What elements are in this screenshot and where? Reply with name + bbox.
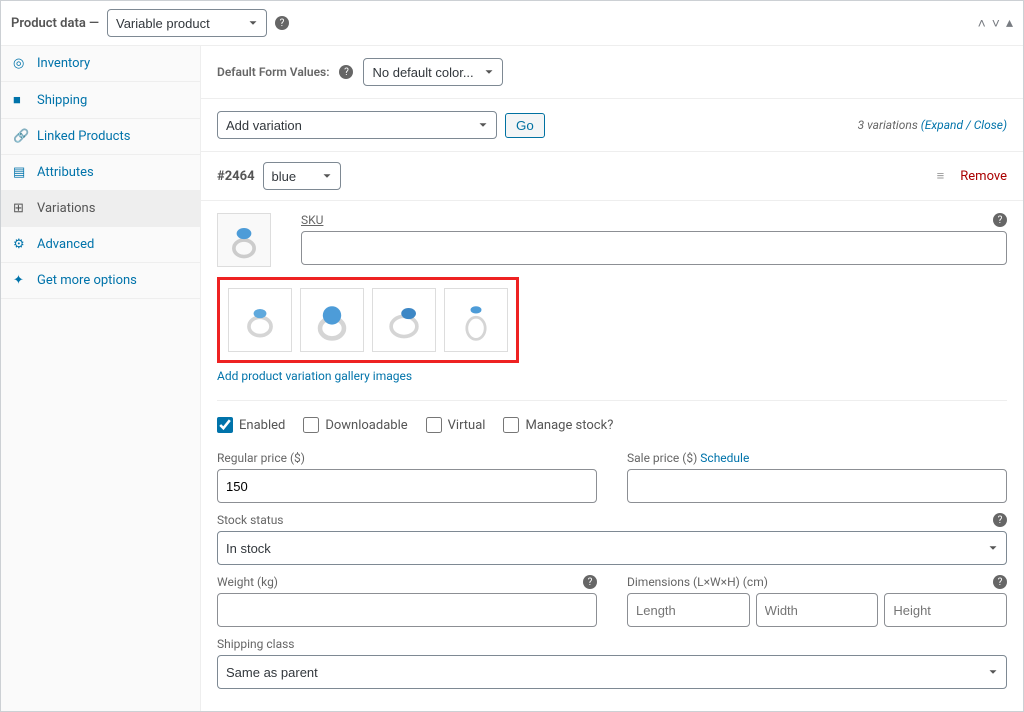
shipping-class-label: Shipping class [217,637,1007,651]
gallery-image-4[interactable] [444,288,508,352]
stock-status-select[interactable]: In stock [217,531,1007,565]
width-input[interactable] [756,593,879,627]
sidebar-item-attributes[interactable]: ▤ Attributes [1,155,200,191]
stock-status-help-icon[interactable]: ? [993,513,1007,527]
variations-icon: ⊞ [13,201,29,216]
add-gallery-link[interactable]: Add product variation gallery images [217,369,412,383]
more-icon: ✦ [13,273,29,288]
sku-label: SKU [301,213,323,227]
attributes-icon: ▤ [13,165,29,180]
default-form-select[interactable]: No default color... [363,58,503,86]
main-content: Default Form Values: ? No default color.… [201,46,1023,711]
regular-price-label: Regular price ($) [217,451,597,465]
remove-variation-link[interactable]: Remove [960,169,1007,184]
default-form-label: Default Form Values: [217,65,329,79]
default-form-help-icon[interactable]: ? [339,65,353,79]
add-variation-select[interactable]: Add variation [217,111,497,139]
gallery-highlight [217,277,519,363]
variation-id: #2464 [217,169,255,184]
sidebar-item-advanced[interactable]: ⚙ Advanced [1,227,200,263]
sidebar-item-shipping[interactable]: ■ Shipping [1,82,200,119]
sidebar-item-label: Get more options [37,273,137,288]
variations-count: 3 variations (Expand / Close) [858,118,1007,132]
weight-input[interactable] [217,593,597,627]
variation-color-select[interactable]: blue [263,162,341,190]
sidebar-item-label: Shipping [37,93,87,108]
sidebar-item-get-more-options[interactable]: ✦ Get more options [1,263,200,299]
length-input[interactable] [627,593,750,627]
go-button[interactable]: Go [505,113,545,138]
gallery-image-3[interactable] [372,288,436,352]
sidebar-item-label: Linked Products [37,129,130,144]
sale-price-label: Sale price ($) Schedule [627,451,1007,465]
weight-help-icon[interactable]: ? [583,575,597,589]
sidebar-item-inventory[interactable]: ◎ Inventory [1,46,200,82]
ring-image [221,217,267,263]
collapse-down-icon[interactable]: ˅ [992,15,1000,32]
sidebar-item-linked-products[interactable]: 🔗 Linked Products [1,119,200,155]
regular-price-input[interactable] [217,469,597,503]
drag-handle-icon[interactable]: ≡ [937,168,945,184]
inventory-icon: ◎ [13,56,29,71]
enabled-checkbox[interactable] [217,417,233,433]
dimensions-label: Dimensions (L×W×H) (cm) [627,575,768,589]
product-type-select[interactable]: Variable product [107,9,267,37]
linked-icon: 🔗 [13,129,29,144]
sidebar-item-label: Inventory [37,56,90,71]
panel-header: Product data — Variable product ? ˄ ˅ ▴ [1,1,1023,46]
virtual-checkbox-label[interactable]: Virtual [426,417,486,433]
gallery-image-2[interactable] [300,288,364,352]
sidebar-item-variations[interactable]: ⊞ Variations [1,191,200,227]
toggle-icon[interactable]: ▴ [1006,15,1013,32]
downloadable-checkbox-label[interactable]: Downloadable [303,417,407,433]
sku-help-icon[interactable]: ? [993,213,1007,227]
manage-stock-checkbox-label[interactable]: Manage stock? [503,417,613,433]
shipping-icon: ■ [13,92,29,108]
advanced-icon: ⚙ [13,237,29,252]
stock-status-label: Stock status [217,513,284,527]
weight-label: Weight (kg) [217,575,278,589]
virtual-checkbox[interactable] [426,417,442,433]
product-data-panel: Product data — Variable product ? ˄ ˅ ▴ … [0,0,1024,712]
collapse-up-icon[interactable]: ˄ [978,15,986,32]
product-type-help-icon[interactable]: ? [275,16,289,30]
sale-price-input[interactable] [627,469,1007,503]
manage-stock-checkbox[interactable] [503,417,519,433]
sidebar: ◎ Inventory ■ Shipping 🔗 Linked Products… [1,46,201,711]
sidebar-item-label: Variations [37,201,95,216]
product-data-title: Product data — [11,16,99,31]
expand-close-link[interactable]: (Expand / Close) [921,118,1007,132]
variation-main-image[interactable] [217,213,271,267]
shipping-class-select[interactable]: Same as parent [217,655,1007,689]
sku-input[interactable] [301,231,1007,265]
gallery-image-1[interactable] [228,288,292,352]
height-input[interactable] [884,593,1007,627]
enabled-checkbox-label[interactable]: Enabled [217,417,285,433]
schedule-link[interactable]: Schedule [700,451,749,465]
sidebar-item-label: Advanced [37,237,94,252]
downloadable-checkbox[interactable] [303,417,319,433]
dimensions-help-icon[interactable]: ? [993,575,1007,589]
sidebar-item-label: Attributes [37,165,94,180]
